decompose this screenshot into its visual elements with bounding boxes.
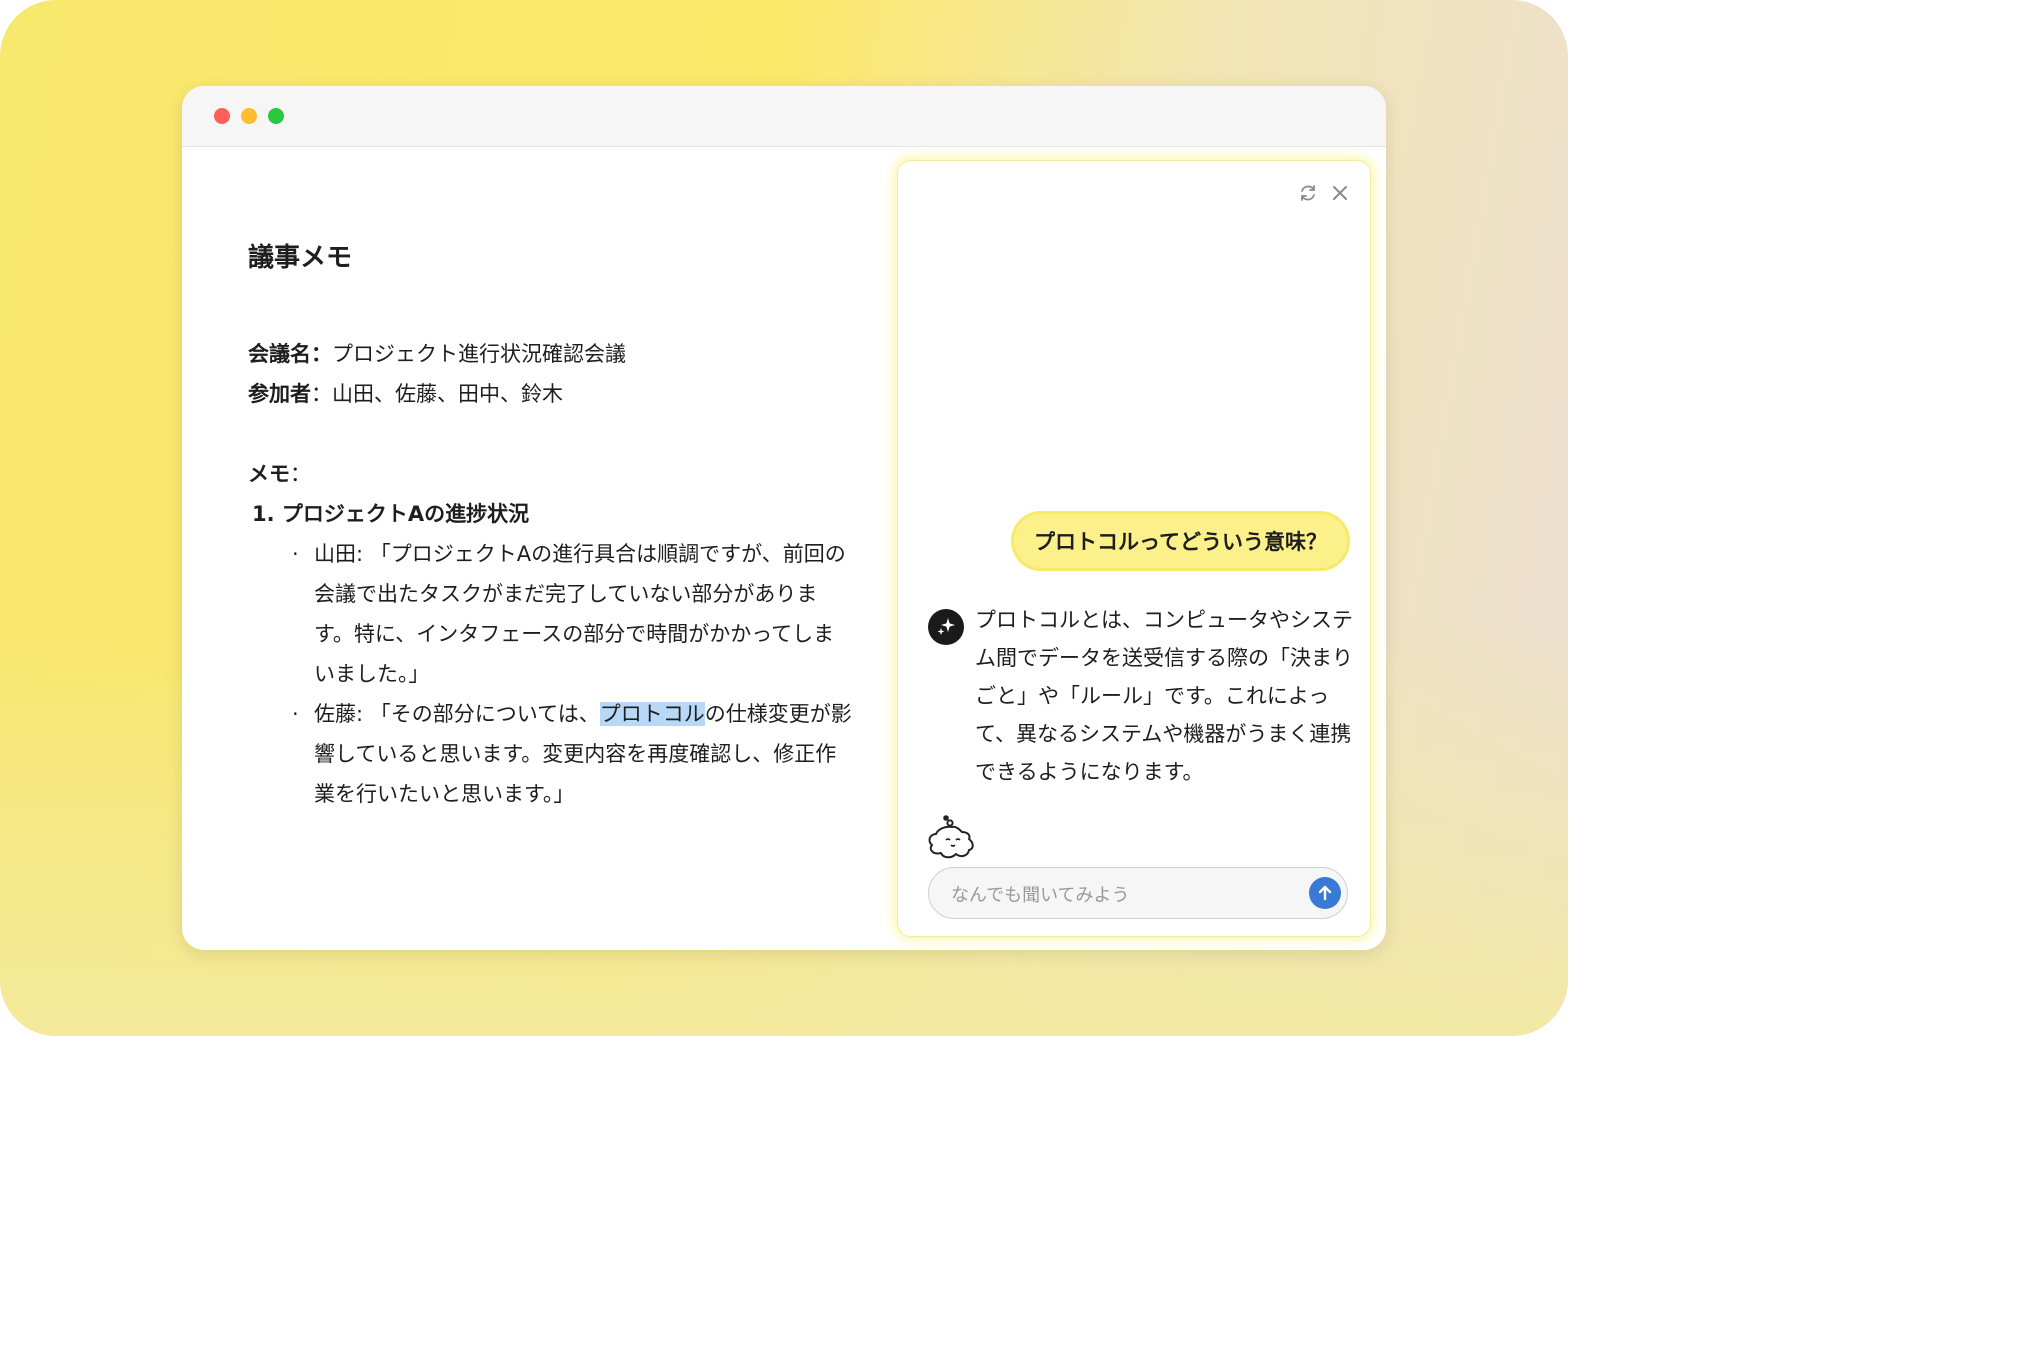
bullet-item-yamada: 山田: 「プロジェクトAの進行具合は順調ですが、前回の会議で出たタスクがまだ完了…: [314, 542, 846, 686]
participants-value: ：山田、佐藤、田中、鈴木: [311, 382, 563, 406]
refresh-icon[interactable]: [1296, 181, 1320, 205]
chat-input-box[interactable]: [928, 867, 1348, 919]
highlighted-term[interactable]: プロトコル: [599, 702, 705, 726]
bullet-item-sato: 佐藤: 「その部分については、プロトコルの仕様変更が影響していると思います。変更…: [314, 694, 854, 814]
mascot-icon: [926, 815, 980, 865]
memo-colon: ：: [290, 462, 311, 486]
section-heading-1: 1. プロジェクトAの進捗状況: [252, 502, 530, 526]
participants-line: 参加者：山田、佐藤、田中、鈴木: [248, 374, 563, 414]
send-arrow-icon: [1318, 885, 1332, 901]
document-title: 議事メモ: [248, 243, 353, 273]
ai-response-text: プロトコルとは、コンピュータやシステム間でデータを送受信する際の「決まりごと」や…: [975, 608, 1353, 784]
memo-heading: メモ：: [248, 454, 311, 494]
meeting-name-label: 会議名：: [248, 342, 332, 366]
memo-label: メモ: [248, 462, 290, 486]
bullet-marker: ·: [292, 702, 299, 726]
user-message-bubble: プロトコルってどういう意味？: [1011, 511, 1350, 571]
bullet-marker: ·: [292, 542, 299, 566]
close-icon[interactable]: [1328, 181, 1352, 205]
bullet-2-text-start: 佐藤: 「その部分については、: [314, 702, 600, 726]
maximize-window-button[interactable]: [268, 108, 284, 124]
meeting-name-line: 会議名：プロジェクト進行状況確認会議: [248, 334, 626, 374]
minimize-window-button[interactable]: [241, 108, 257, 124]
meeting-name-value: プロジェクト進行状況確認会議: [332, 342, 626, 366]
sparkle-icon: [928, 609, 964, 645]
close-window-button[interactable]: [214, 108, 230, 124]
participants-label: 参加者: [248, 382, 311, 406]
assistant-panel: プロトコルってどういう意味？ プロトコルとは、コンピュータやシステム間でデータを…: [897, 160, 1371, 937]
title-bar: [182, 86, 1386, 147]
chat-input[interactable]: [949, 880, 1293, 910]
send-button[interactable]: [1309, 877, 1341, 909]
